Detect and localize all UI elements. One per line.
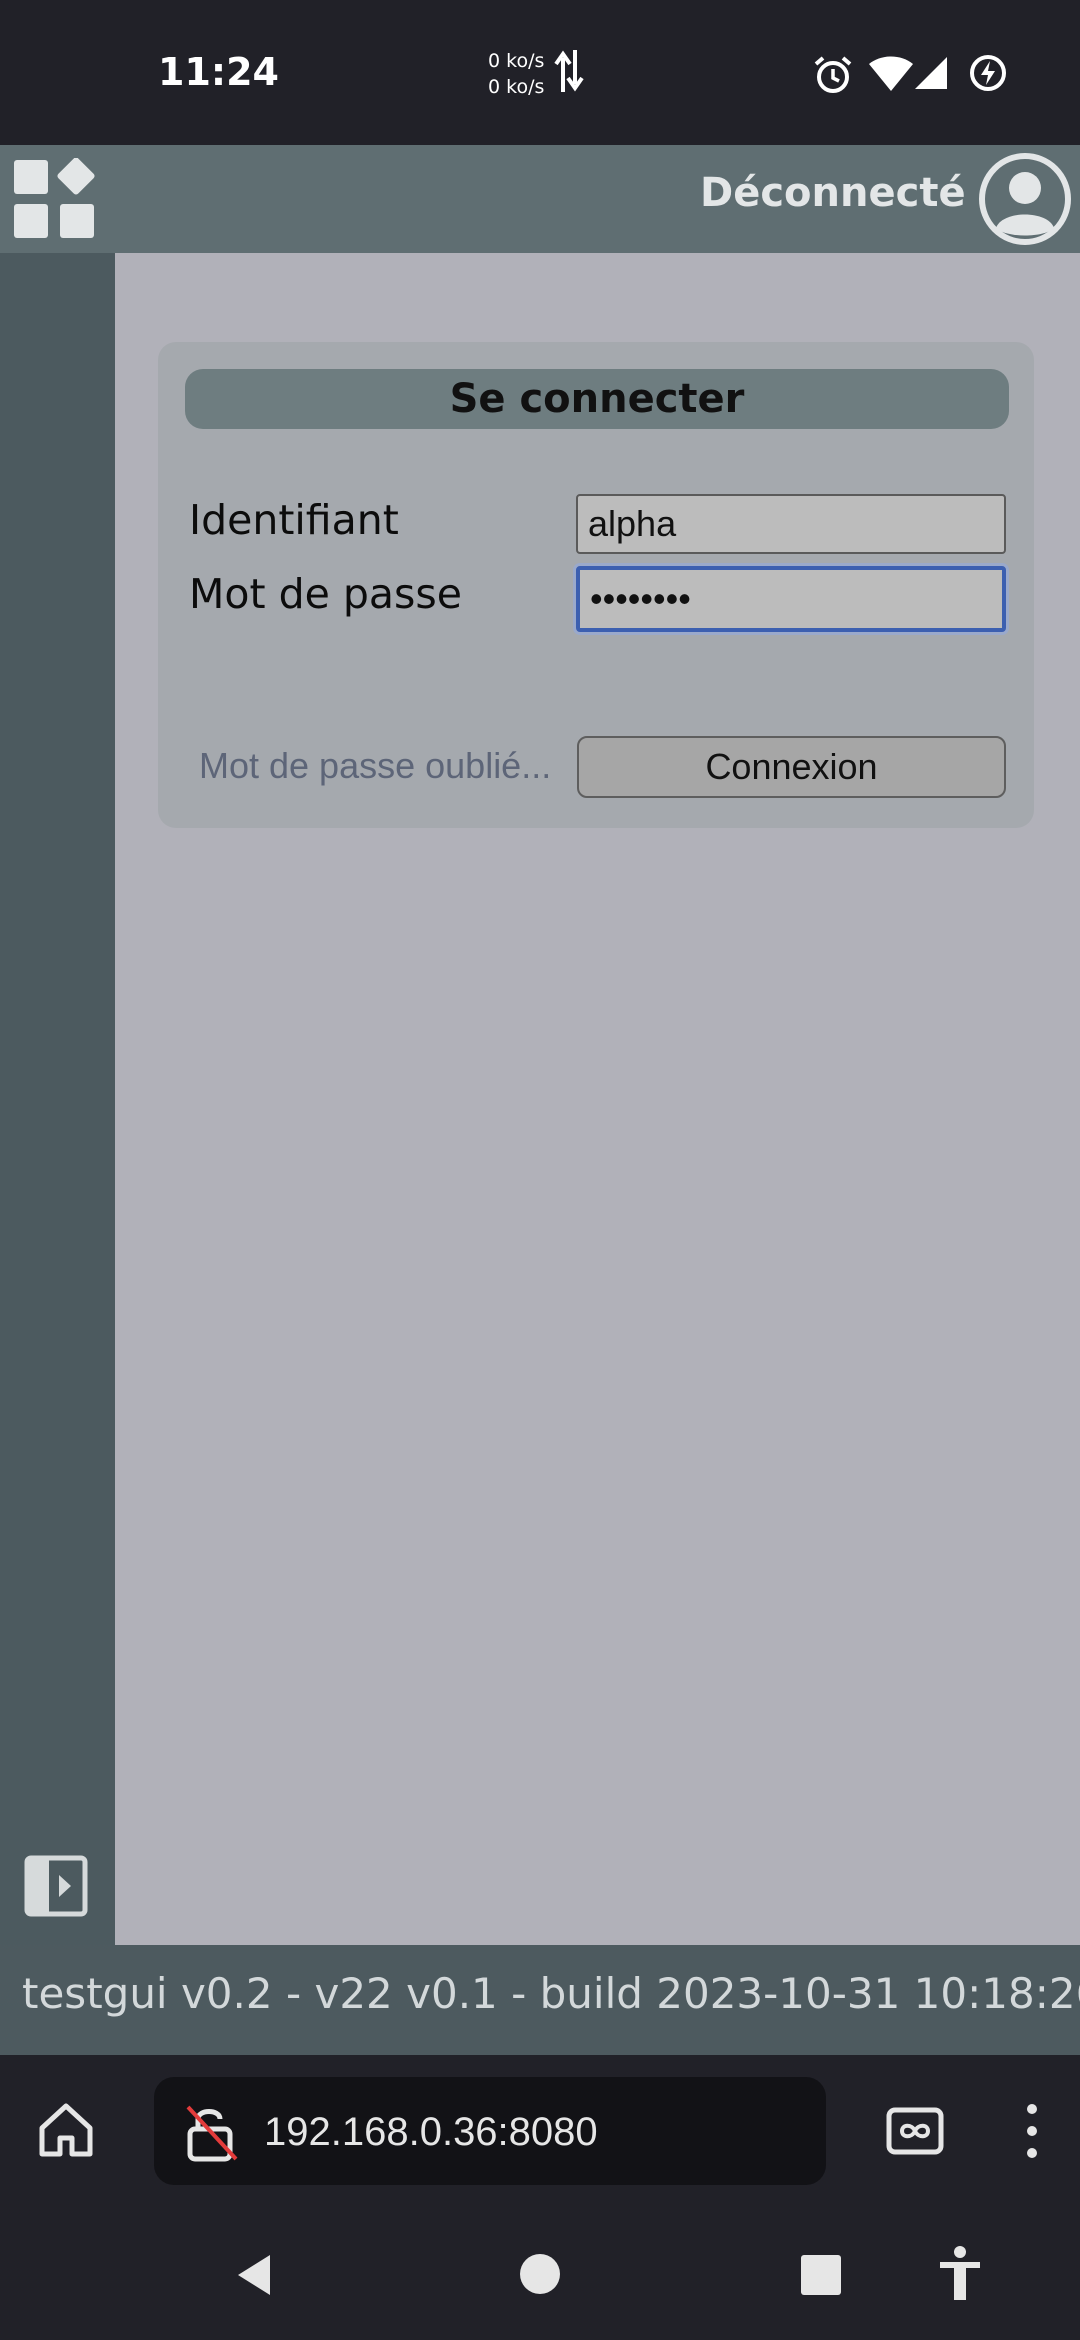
sidebar-expand-icon[interactable] [24, 1855, 88, 1917]
battery-saver-icon [970, 55, 1006, 91]
password-label: Mot de passe [189, 570, 462, 618]
username-input[interactable] [576, 494, 1006, 554]
home-circle-icon[interactable] [519, 2253, 561, 2295]
back-icon[interactable] [234, 2253, 274, 2297]
user-avatar-icon[interactable] [978, 152, 1072, 246]
login-title: Se connecter [185, 369, 1009, 429]
alarm-icon [814, 56, 852, 93]
reader-mode-icon[interactable] [886, 2107, 944, 2155]
network-speed-down: 0 ko/s [488, 76, 545, 98]
network-speed-up: 0 ko/s [488, 50, 545, 72]
forgot-password-link[interactable]: Mot de passe oublié... [199, 745, 551, 787]
status-time: 11:24 [158, 50, 279, 94]
data-transfer-icon [554, 50, 584, 92]
username-label: Identifiant [189, 496, 399, 544]
version-text: testgui v0.2 - v22 v0.1 - build 2023-10-… [22, 1969, 1080, 2018]
login-button[interactable]: Connexion [577, 736, 1006, 798]
wifi-icon [869, 56, 913, 91]
network-speed: 0 ko/s 0 ko/s [488, 48, 544, 100]
sidebar [0, 253, 115, 1945]
connection-status: Déconnecté [700, 170, 966, 216]
accessibility-icon[interactable] [938, 2246, 982, 2302]
recents-icon[interactable] [800, 2254, 842, 2296]
app-grid-logo[interactable] [12, 158, 102, 242]
more-vert-icon[interactable] [1018, 2102, 1046, 2160]
insecure-lock-icon[interactable] [184, 2103, 240, 2163]
home-icon[interactable] [36, 2100, 96, 2160]
signal-icon [915, 57, 947, 89]
password-input[interactable] [576, 566, 1006, 632]
url-text[interactable]: 192.168.0.36:8080 [264, 2110, 598, 2155]
